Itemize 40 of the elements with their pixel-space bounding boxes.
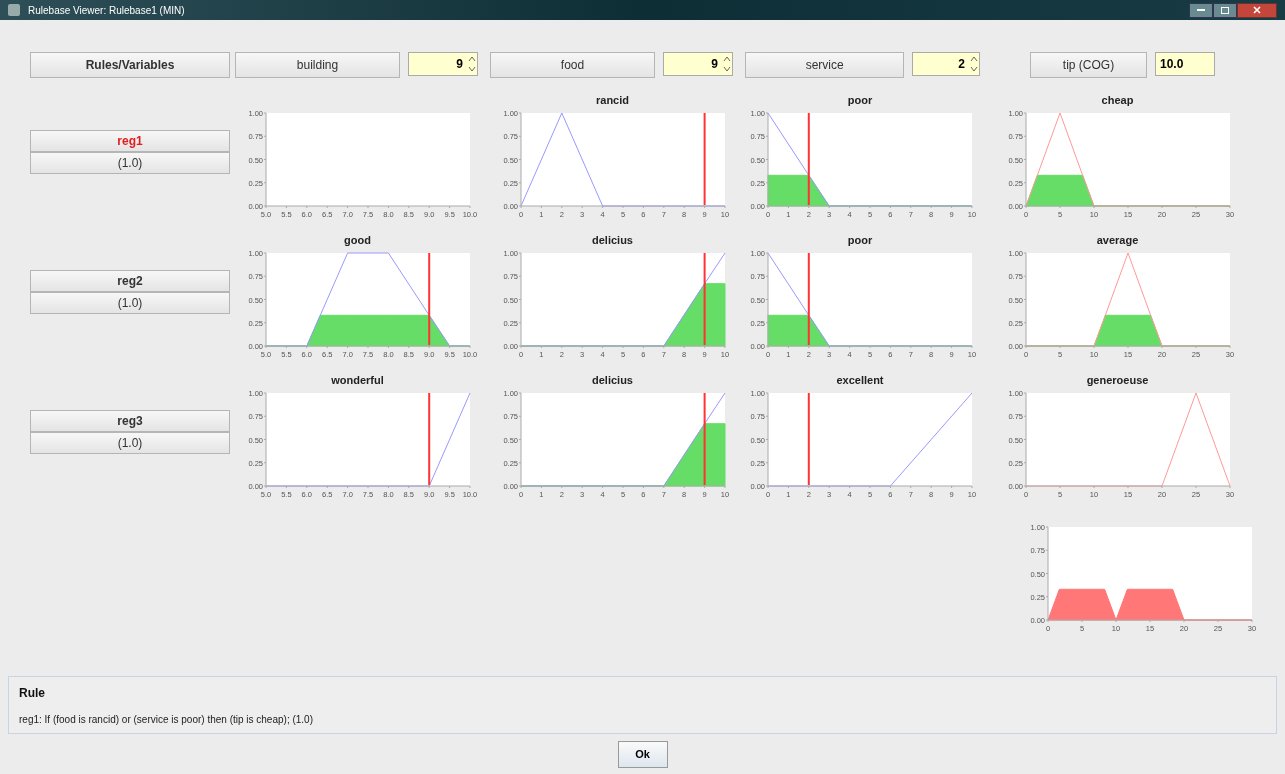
rule-weight-button[interactable]: (1.0)	[30, 292, 230, 314]
chart-title: rancid	[596, 94, 629, 106]
variable-button[interactable]: tip (COG)	[1030, 52, 1147, 78]
rule-button[interactable]: reg3	[30, 410, 230, 432]
maximize-button[interactable]	[1213, 2, 1237, 18]
variable-button[interactable]: service	[745, 52, 905, 78]
rule-text: reg1: If (food is rancid) or (service is poor) then (tip is cheap); (1.0)	[19, 712, 314, 727]
maximize-icon	[1221, 6, 1229, 14]
spinner-field[interactable]: 2	[912, 52, 980, 76]
chart-title: delicius	[592, 374, 633, 386]
chart-title: cheap	[1101, 94, 1134, 106]
spinner-value: 9	[710, 56, 719, 73]
spinner-value: 9	[455, 56, 464, 73]
chart-title: poor	[847, 234, 873, 246]
minimize-button[interactable]	[1189, 2, 1213, 18]
chart-title: excellent	[836, 374, 884, 386]
spinner-field[interactable]: 9	[663, 52, 733, 76]
spinner-value: 2	[957, 56, 966, 73]
output-field[interactable]: 10.0	[1155, 52, 1215, 76]
chart-title: generoeuse	[1086, 374, 1149, 386]
rule-button[interactable]: reg2	[30, 270, 230, 292]
chart-title: poor	[847, 94, 873, 106]
app-icon	[8, 4, 20, 16]
variable-button[interactable]: food	[490, 52, 655, 78]
chart-title: good	[344, 234, 371, 246]
chart-title: wonderful	[331, 374, 384, 386]
rule-weight-button[interactable]: (1.0)	[30, 152, 230, 174]
panel-title: Rule	[19, 684, 46, 702]
rule-button[interactable]: reg1	[30, 130, 230, 152]
ok-button[interactable]: Ok	[617, 740, 668, 768]
close-icon	[1253, 6, 1261, 14]
rule-weight-button[interactable]: (1.0)	[30, 432, 230, 454]
window-title: Rulebase Viewer: Rulebase1 (MIN)	[28, 3, 185, 18]
chart-title: delicius	[592, 234, 633, 246]
close-button[interactable]	[1237, 2, 1277, 18]
variable-button[interactable]: building	[235, 52, 400, 78]
spinner-field[interactable]: 9	[408, 52, 478, 76]
chart-title: average	[1096, 234, 1139, 246]
minimize-icon	[1197, 9, 1205, 11]
rules-variables-button[interactable]: Rules/Variables	[30, 52, 230, 78]
